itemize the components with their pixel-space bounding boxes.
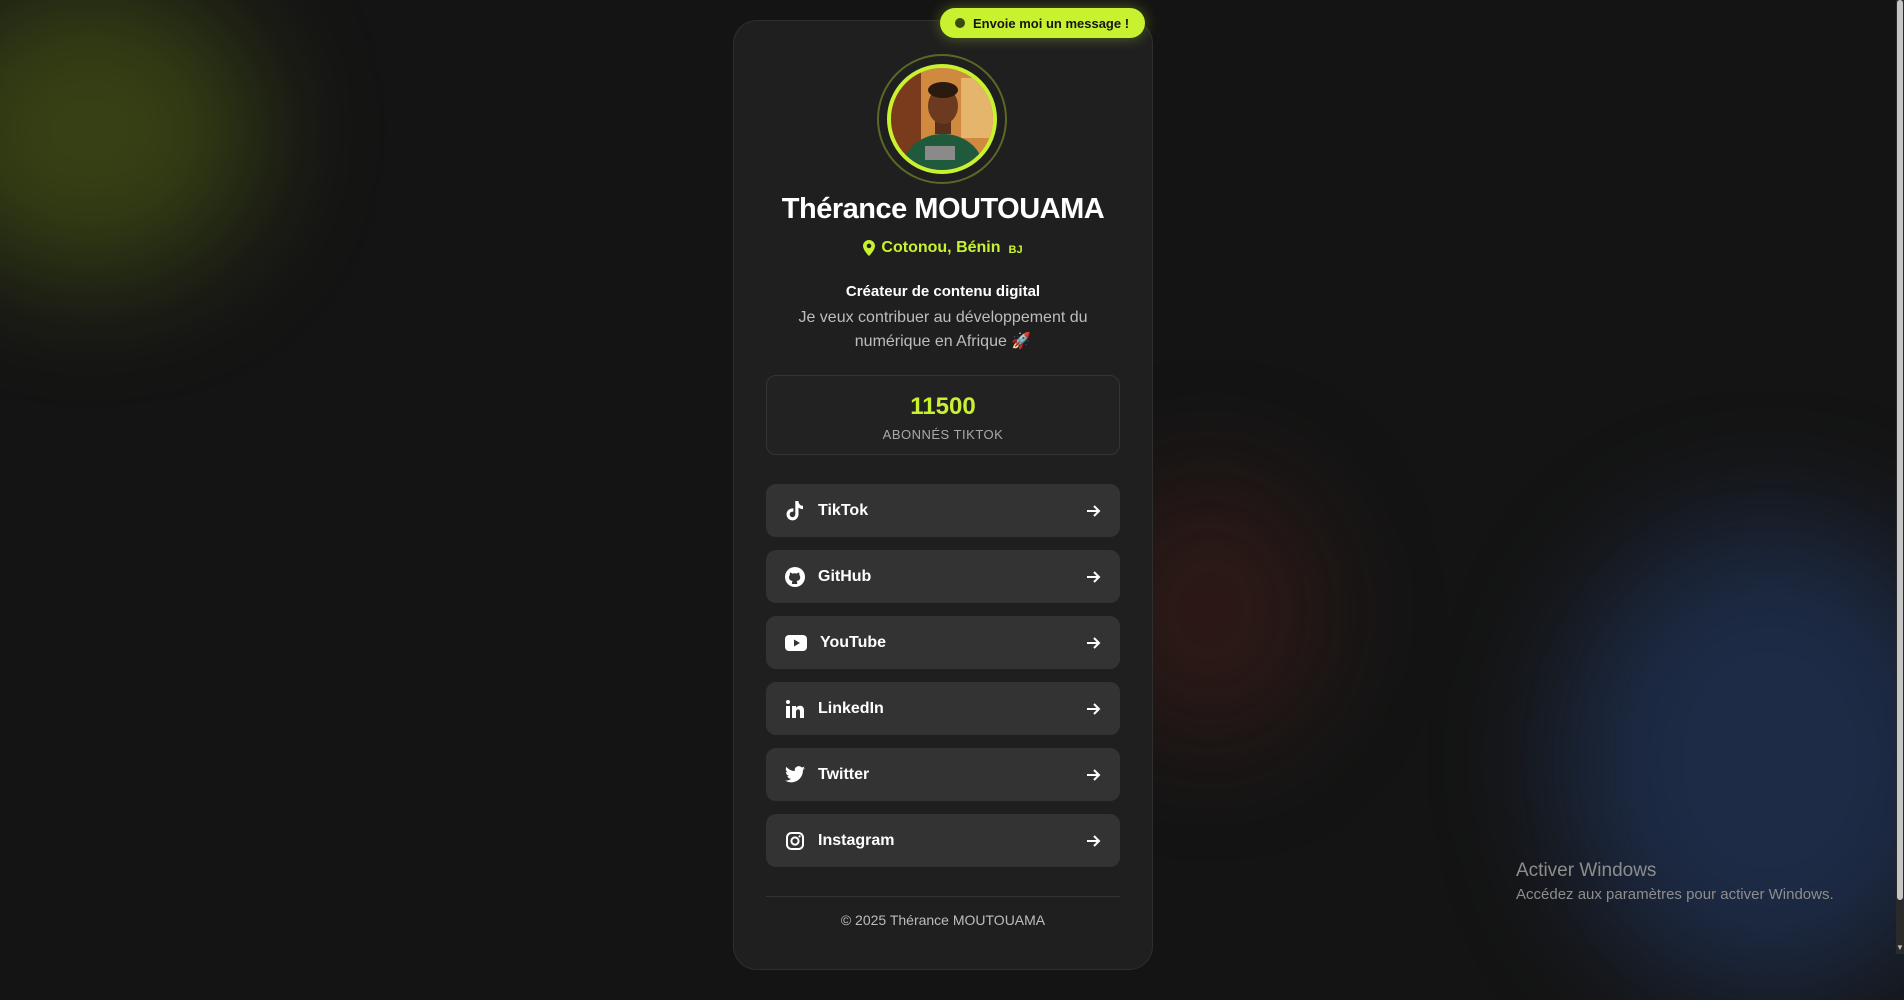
avatar-illustration	[891, 68, 993, 170]
instagram-icon	[784, 830, 806, 852]
profile-role: Créateur de contenu digital	[845, 283, 1041, 300]
profile-name: Thérance MOUTOUAMA	[781, 193, 1105, 225]
avatar	[887, 64, 997, 174]
twitter-icon	[784, 764, 806, 786]
linkedin-icon	[784, 698, 806, 720]
background-glow-blue	[1560, 520, 1904, 1000]
message-button[interactable]: Envoie moi un message !	[940, 8, 1146, 38]
link-label: LinkedIn	[818, 699, 884, 717]
status-dot-icon	[955, 18, 965, 28]
arrow-right-icon	[1086, 635, 1102, 651]
page-scrollbar[interactable]: ▼	[1896, 0, 1904, 954]
arrow-right-icon	[1086, 503, 1102, 519]
github-icon	[784, 566, 806, 588]
watermark-title: Activer Windows	[1516, 860, 1657, 881]
link-label: Instagram	[818, 831, 895, 849]
map-pin-icon	[863, 240, 876, 256]
link-linkedin[interactable]: LinkedIn	[766, 682, 1120, 735]
footer-copyright: © 2025 Thérance MOUTOUAMA	[840, 912, 1046, 928]
location-row: Cotonou, Bénin BJ	[733, 239, 1153, 257]
link-label: Twitter	[818, 765, 870, 783]
arrow-right-icon	[1086, 833, 1102, 849]
background-glow-green	[0, 0, 260, 280]
stat-box: 11500 ABONNÉS TIKTOK	[766, 375, 1120, 455]
tiktok-icon	[784, 500, 806, 522]
arrow-right-icon	[1086, 767, 1102, 783]
footer-divider	[766, 896, 1120, 897]
link-label: YouTube	[820, 633, 887, 651]
stat-value: 11500	[910, 393, 976, 420]
link-github[interactable]: GitHub	[766, 550, 1120, 603]
avatar-ring	[877, 54, 1007, 184]
link-label: GitHub	[818, 567, 872, 585]
link-tiktok[interactable]: TikTok	[766, 484, 1120, 537]
watermark-subtitle: Accédez aux paramètres pour activer Wind…	[1516, 886, 1834, 903]
stat-label: ABONNÉS TIKTOK	[882, 427, 1004, 442]
link-instagram[interactable]: Instagram	[766, 814, 1120, 867]
link-youtube[interactable]: YouTube	[766, 616, 1120, 669]
arrow-right-icon	[1086, 569, 1102, 585]
windows-activation-watermark: Activer Windows Accédez aux paramètres p…	[1516, 860, 1834, 903]
arrow-right-icon	[1086, 701, 1102, 717]
scroll-down-arrow-icon[interactable]: ▼	[1896, 942, 1904, 954]
message-button-label: Envoie moi un message !	[973, 15, 1130, 31]
youtube-icon	[784, 632, 808, 654]
link-label: TikTok	[818, 501, 869, 519]
profile-bio: Je veux contribuer au développement du n…	[798, 309, 1088, 350]
country-flag: BJ	[1008, 243, 1023, 256]
location-text: Cotonou, Bénin	[881, 239, 1001, 256]
scrollbar-thumb[interactable]	[1897, 0, 1903, 900]
link-twitter[interactable]: Twitter	[766, 748, 1120, 801]
